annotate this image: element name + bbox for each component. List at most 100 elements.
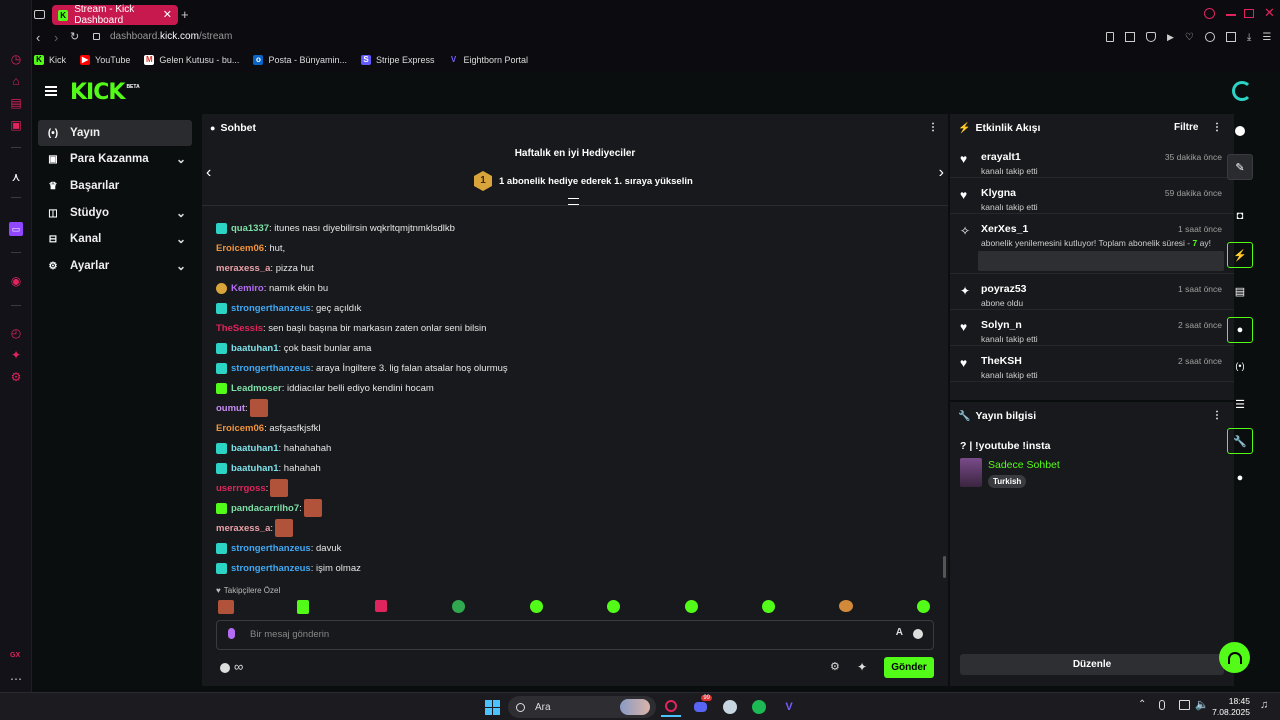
play-icon[interactable]: ▶ — [1167, 32, 1174, 43]
nav-kanal[interactable]: ⊟ Kanal ⌄ — [38, 226, 192, 252]
extensions-icon[interactable] — [1204, 32, 1215, 42]
chat-username[interactable]: baatuhan1 — [231, 343, 279, 354]
chat-emote-image[interactable] — [270, 479, 289, 497]
user-avatar[interactable] — [1232, 81, 1252, 101]
start-button[interactable] — [482, 697, 502, 717]
emoji-icon[interactable] — [913, 629, 923, 639]
emote-button[interactable] — [297, 600, 309, 614]
taskbar-search[interactable]: Ara — [508, 696, 656, 718]
emote-button[interactable] — [839, 600, 853, 612]
chat-username[interactable]: strongerthanzeus — [231, 303, 311, 314]
emote-button[interactable] — [917, 600, 930, 613]
chat-username[interactable]: meraxess_a — [216, 263, 270, 274]
chat-username[interactable]: userrrgoss — [216, 483, 266, 494]
chat-emote-image[interactable] — [275, 519, 294, 537]
tab-kick-dashboard[interactable]: K Stream - Kick Dashboard ✕ — [52, 4, 178, 26]
coins-toggle-icon[interactable]: ● — [1227, 465, 1253, 491]
kick-sidebar-icon[interactable]: ⋏ — [9, 170, 23, 184]
activity-menu-icon[interactable]: ⋮ — [1212, 122, 1222, 133]
heart-outline-icon[interactable]: ♡ — [1185, 32, 1194, 43]
event-username[interactable]: erayalt1 — [981, 151, 1021, 163]
layout-icon[interactable]: ☰ — [1227, 391, 1253, 417]
chat-username[interactable]: Eroicem06 — [216, 243, 264, 254]
chat-username[interactable]: oumut — [216, 403, 245, 414]
stream-info-toggle-icon[interactable]: 🔧 — [1227, 428, 1253, 454]
history-icon[interactable]: ◴ — [9, 326, 23, 340]
shield-icon[interactable] — [1146, 32, 1156, 42]
spotify-taskbar-icon[interactable] — [749, 697, 769, 717]
support-chat-button[interactable] — [1219, 642, 1250, 673]
chat-toggle-icon[interactable]: ● — [1227, 317, 1253, 343]
chat-username[interactable]: meraxess_a — [216, 523, 270, 534]
chat-emote-image[interactable] — [249, 399, 268, 417]
activity-event[interactable]: ♥ Klygna 59 dakika önce kanalı takip etti — [950, 178, 1234, 214]
chat-settings-icon[interactable]: ⚙ — [830, 660, 840, 673]
chat-username[interactable]: Leadmoser — [231, 383, 282, 394]
edit-button[interactable]: Düzenle — [960, 654, 1224, 675]
more-icon[interactable]: ⋯ — [9, 672, 23, 686]
translate-icon[interactable]: A — [896, 627, 903, 638]
search-tabs-icon[interactable] — [1204, 8, 1215, 19]
mic-tray-icon[interactable] — [1159, 700, 1165, 710]
kick-coins-icon[interactable] — [220, 663, 230, 673]
prev-arrow-icon[interactable]: ‹ — [206, 164, 211, 182]
extension-cube-icon[interactable] — [1225, 32, 1236, 42]
chat-username[interactable]: strongerthanzeus — [231, 543, 311, 554]
event-username[interactable]: TheKSH — [981, 355, 1022, 367]
clock[interactable]: 18:45 7.08.2025 — [1212, 696, 1250, 718]
forward-icon[interactable]: › — [54, 30, 58, 45]
camera-icon[interactable]: ◘ — [1227, 203, 1253, 229]
minimize-button[interactable] — [1226, 14, 1236, 16]
back-icon[interactable]: ‹ — [36, 30, 40, 45]
chat-username[interactable]: baatuhan1 — [231, 443, 279, 454]
nav-studyo[interactable]: ◫ Stüdyo ⌄ — [38, 200, 192, 226]
nav-basarilar[interactable]: ♛ Başarılar — [38, 173, 192, 199]
stream-info-menu-icon[interactable]: ⋮ — [1212, 410, 1222, 421]
collapse-icon[interactable] — [568, 198, 579, 205]
chat-username[interactable]: pandacarrilho7 — [231, 503, 299, 514]
chat-emote-image[interactable] — [303, 499, 322, 517]
v-app-taskbar-icon[interactable]: V — [779, 697, 799, 717]
new-tab-button[interactable]: + — [181, 7, 189, 22]
close-tab-icon[interactable]: ✕ — [163, 8, 172, 21]
steam-taskbar-icon[interactable] — [720, 697, 740, 717]
network-icon[interactable] — [1179, 700, 1190, 710]
close-window-button[interactable]: ✕ — [1264, 5, 1275, 21]
download-icon[interactable]: ⤓ — [1247, 32, 1251, 43]
chat-username[interactable]: Kemiro — [231, 283, 264, 294]
microphone-icon[interactable] — [228, 628, 235, 639]
reload-icon[interactable]: ↻ — [70, 30, 79, 43]
emote-button[interactable] — [685, 600, 698, 613]
opera-gx-taskbar-icon[interactable] — [661, 697, 681, 717]
notification-bell-icon[interactable]: ♫ — [1260, 699, 1268, 711]
news-icon[interactable]: ▤ — [9, 96, 23, 110]
notes-icon[interactable]: ▤ — [1227, 278, 1253, 304]
chat-username[interactable]: strongerthanzeus — [231, 563, 311, 574]
activity-event[interactable]: ✦ poyraz53 1 saat önce abone oldu — [950, 274, 1234, 310]
category-name[interactable]: Sadece Sohbet — [988, 459, 1060, 471]
activity-event[interactable]: ♥ Solyn_n 2 saat önce kanalı takip etti — [950, 310, 1234, 346]
activity-event[interactable]: ♥ erayalt1 35 dakika önce kanalı takip etti — [950, 142, 1234, 178]
emote-button[interactable] — [452, 600, 465, 613]
event-username[interactable]: XerXes_1 — [981, 223, 1028, 235]
event-username[interactable]: Solyn_n — [981, 319, 1022, 331]
player-icon[interactable]: ◉ — [9, 274, 23, 288]
chat-username[interactable]: strongerthanzeus — [231, 363, 311, 374]
next-arrow-icon[interactable]: › — [939, 164, 944, 182]
tab-island-icon[interactable] — [34, 10, 45, 19]
edit-pencil-icon[interactable]: ✎ — [1227, 154, 1253, 180]
filter-button[interactable]: Filtre — [1174, 122, 1198, 133]
volume-icon[interactable]: 🔈 — [1195, 698, 1209, 711]
chat-menu-icon[interactable]: ⋮ — [928, 122, 938, 133]
event-username[interactable]: poyraz53 — [981, 283, 1027, 295]
mod-tools-icon[interactable]: ✦ — [857, 660, 867, 674]
nav-ayarlar[interactable]: ⚙ Ayarlar ⌄ — [38, 253, 192, 279]
url-field[interactable]: dashboard.kick.com/stream — [110, 31, 232, 42]
nav-yayin[interactable]: (•) Yayın — [38, 120, 192, 146]
chat-username[interactable]: baatuhan1 — [231, 463, 279, 474]
emote-button[interactable] — [218, 600, 234, 614]
send-button[interactable]: Gönder — [884, 657, 934, 678]
chat-username[interactable]: TheSessis — [216, 323, 263, 334]
emote-button[interactable] — [530, 600, 543, 613]
tray-chevron-icon[interactable]: ⌃ — [1138, 699, 1146, 710]
